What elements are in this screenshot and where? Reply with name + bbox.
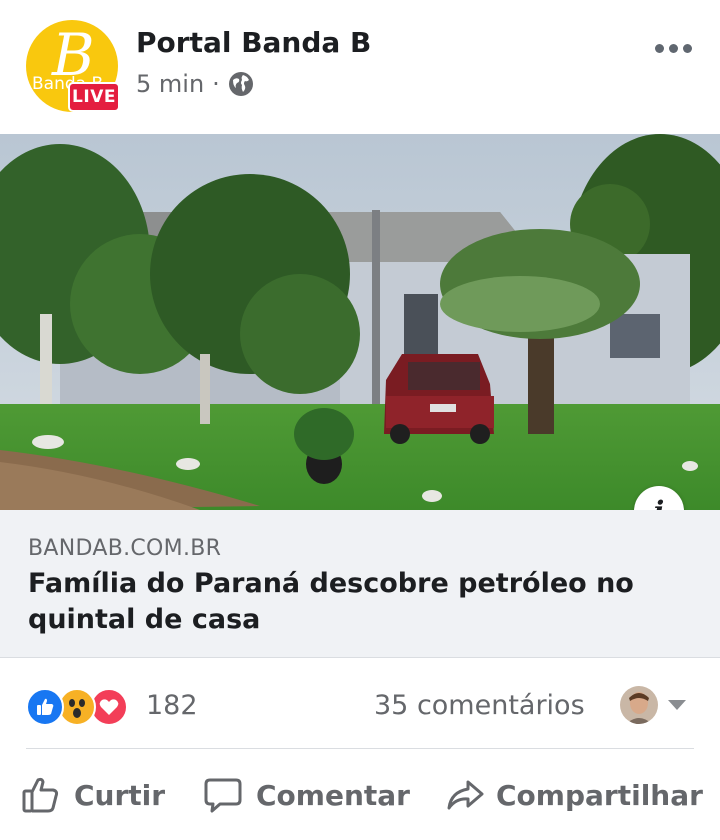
link-domain: BANDAB.COM.BR	[28, 536, 222, 561]
comment-button[interactable]: Comentar	[202, 774, 410, 816]
reaction-count[interactable]: 182	[146, 690, 198, 721]
meta-separator: ·	[212, 70, 220, 98]
divider	[26, 748, 694, 749]
share-arrow-icon	[447, 780, 484, 810]
reactions-bar: 182 35 comentários	[0, 672, 720, 742]
link-title: Família do Paraná descobre petróleo no q…	[28, 568, 634, 635]
more-options-button[interactable]	[648, 30, 698, 66]
globe-icon	[228, 71, 254, 97]
reaction-icons[interactable]	[26, 688, 128, 726]
like-button[interactable]: Curtir	[20, 774, 165, 816]
post-meta: 5 min ·	[136, 70, 254, 98]
chevron-down-icon	[668, 700, 686, 710]
link-preview[interactable]: BANDAB.COM.BR Família do Paraná descobre…	[0, 510, 720, 658]
share-label: Compartilhar	[496, 778, 703, 812]
action-bar: Curtir Comentar Compartilhar	[0, 752, 720, 840]
live-badge: LIVE	[68, 82, 120, 112]
thumbs-up-icon	[22, 777, 59, 813]
like-icon	[26, 688, 64, 726]
comment-count[interactable]: 35 comentários	[374, 690, 585, 721]
comment-bubble-icon	[204, 778, 242, 813]
post-image[interactable]	[0, 134, 720, 510]
user-avatar	[620, 686, 658, 724]
ellipsis-dot	[682, 43, 692, 53]
ellipsis-dot	[668, 43, 678, 53]
comment-filter-selector[interactable]	[620, 686, 686, 724]
post-timestamp[interactable]: 5 min	[136, 70, 204, 98]
ellipsis-icon	[654, 43, 664, 53]
comment-label: Comentar	[256, 778, 410, 812]
like-label: Curtir	[74, 778, 166, 812]
page-name[interactable]: Portal Banda B	[136, 26, 371, 59]
post-header: B Banda B LIVE Portal Banda B 5 min ·	[0, 0, 720, 134]
share-button[interactable]: Compartilhar	[444, 774, 703, 816]
